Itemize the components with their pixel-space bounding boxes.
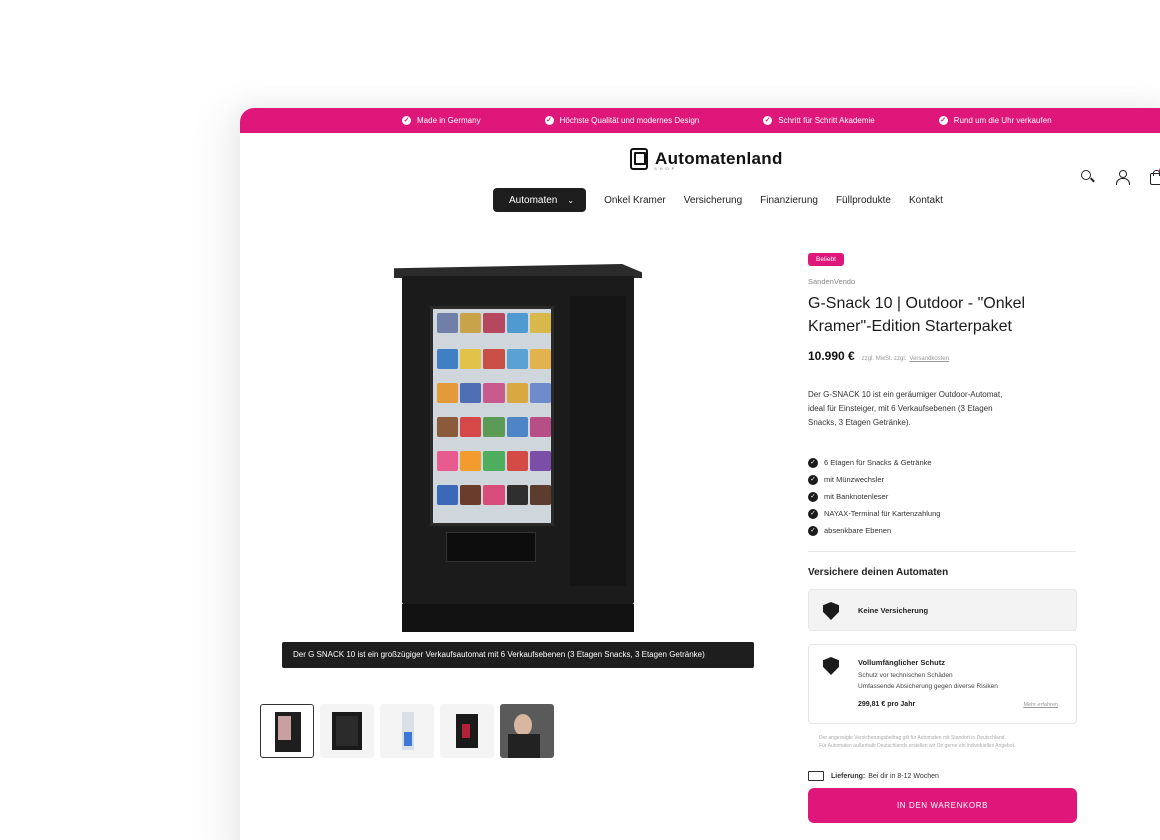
account-icon[interactable] [1114,169,1130,185]
usp-item: ✓ Schritt für Schritt Akademie [763,116,875,125]
insurance-full-label: Vollumfänglicher Schutz [858,658,945,667]
machine-cabinet [402,276,634,604]
add-to-cart-button[interactable]: IN DEN WARENKORB [808,788,1077,823]
product-slot [446,532,536,562]
check-circle-icon: ✓ [808,525,818,536]
check-circle-icon: ✓ [808,457,818,468]
machine-base [402,604,634,632]
logo-subtitle: SHOP [654,166,678,171]
check-circle-icon: ✓ [808,508,818,519]
thumbnail-3[interactable] [380,704,434,758]
feature-item: ✓ absenkbare Ebenen [808,522,1080,539]
nav-automaten-dropdown[interactable]: Automaten ⌄ [493,188,587,212]
insurance-none-label: Keine Versicherung [858,606,929,615]
tax-note: zzgl. MwSt. zzgl. Versandkosten [861,356,950,362]
usp-item: ✓ Rund um die Uhr verkaufen [938,116,1052,125]
check-circle-icon: ✓ [808,491,818,502]
chevron-down-icon: ⌄ [567,195,575,205]
check-icon: ✓ [544,116,554,125]
price-row: 10.990 € zzgl. MwSt. zzgl. Versandkosten [808,349,1080,363]
usp-item: ✓ Made in Germany [402,116,481,125]
logo-icon [630,148,648,170]
insurance-full-line1: Schutz vor technischen Schäden [858,672,953,679]
truck-icon [808,771,824,781]
product-description: Der G-SNACK 10 ist ein geräumiger Outdoo… [808,390,1003,427]
divider [808,551,1076,552]
logo[interactable]: Automatenland [630,148,783,170]
thumbnail-1[interactable] [260,704,314,758]
check-icon: ✓ [402,116,411,125]
product-info: Beliebt SandenVendo G-Snack 10 | Outdoor… [808,248,1080,823]
feature-item: ✓ mit Münzwechsler [808,471,1080,488]
product-price: 10.990 € [808,349,855,363]
insurance-option-none[interactable]: Keine Versicherung [808,589,1077,631]
delivery-info: Lieferung: Bei dir in 8-12 Wochen [808,771,1080,781]
nav-item-kontakt[interactable]: Kontakt [909,195,943,206]
search-icon[interactable] [1080,169,1096,185]
popular-badge: Beliebt [808,253,844,266]
nav-item-onkel-kramer[interactable]: Onkel Kramer [604,195,666,206]
nav-item-fuellprodukte[interactable]: Füllprodukte [836,195,891,206]
nav-item-finanzierung[interactable]: Finanzierung [760,195,818,206]
usp-bar: ✓ Made in Germany ✓ Höchste Qualität und m… [240,108,1160,133]
machine-window [430,306,554,526]
thumbnail-5[interactable] [500,704,554,758]
more-info-link[interactable]: Mehr erfahren [1023,702,1058,708]
insurance-note: Der angezeigte Versicherungsbeitrag gilt… [819,735,1016,749]
feature-item: ✓ mit Banknotenleser [808,488,1080,505]
thumbnail-strip [260,704,554,758]
feature-item: ✓ 6 Etagen für Snacks & Getränke [808,454,1080,471]
check-icon: ✓ [938,116,948,125]
shield-slash-icon [823,602,839,620]
shield-lock-icon [823,657,839,675]
insurance-full-line2: Umfassende Absicherung gegen diverse Ris… [858,683,998,690]
main-nav: Automaten ⌄ Onkel Kramer Versicherung Fin… [493,188,961,212]
insurance-heading: Versichere deinen Automaten [808,567,949,578]
usp-item: ✓ Höchste Qualität und modernes Design [544,116,700,125]
product-image[interactable] [394,260,644,640]
insurance-option-full[interactable]: Vollumfänglicher Schutz Schutz vor techn… [808,644,1077,724]
thumbnail-2[interactable] [320,704,374,758]
site-header: Automatenland SHOP 1 Automaten⌄ Onkel Kr… [240,133,1160,217]
feature-item: ✓ NAYAX-Terminal für Kartenzahlung [808,505,1080,522]
check-icon: ✓ [763,116,773,125]
image-caption: Der G SNACK 10 ist ein großzügiger Verka… [282,642,754,668]
insurance-full-price: 299,81 € pro Jahr [858,701,916,708]
payment-panel [570,296,626,586]
cart-icon[interactable]: 1 [1148,167,1160,185]
nav-item-versicherung[interactable]: Versicherung [684,195,742,206]
thumbnail-4[interactable] [440,704,494,758]
shipping-costs-link[interactable]: Versandkosten [909,356,949,362]
check-circle-icon: ✓ [808,474,818,485]
header-icons: 1 [1080,167,1160,185]
browser-window: ✓ Made in Germany ✓ Höchste Qualität und m… [240,108,1160,840]
product-title: G-Snack 10 | Outdoor - "Onkel Kramer"-Ed… [808,295,1026,335]
feature-list: ✓ 6 Etagen für Snacks & Getränke ✓ mit Mün… [808,454,1080,539]
product-brand: SandenVendo [808,277,856,286]
